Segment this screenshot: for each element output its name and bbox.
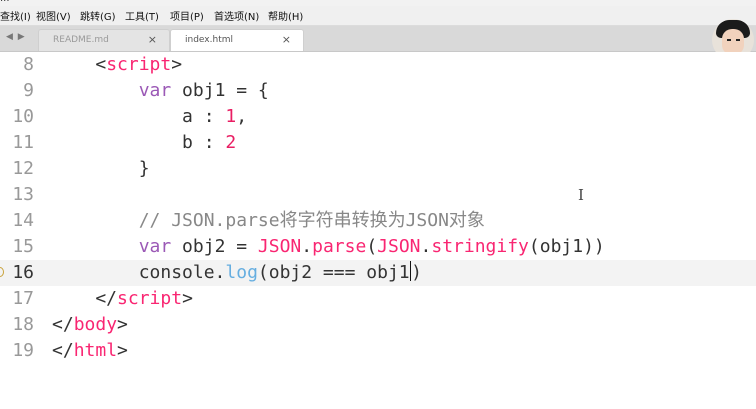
tab-index-label: index.html bbox=[185, 35, 233, 45]
code-text: var obj2 = JSON.parse(JSON.stringify(obj… bbox=[52, 234, 605, 260]
code-token: var bbox=[138, 236, 172, 257]
code-line[interactable]: 18 </body> bbox=[0, 312, 756, 338]
code-token: 2 bbox=[225, 132, 237, 153]
code-token: </ bbox=[52, 340, 74, 361]
code-text: </body> bbox=[52, 312, 128, 338]
code-token: </ bbox=[52, 288, 118, 309]
line-number: 16 bbox=[12, 262, 34, 283]
code-token: obj2 = bbox=[171, 236, 258, 257]
code-text: b : 2 bbox=[52, 130, 236, 156]
line-number: 18 bbox=[12, 314, 34, 335]
menu-project[interactable]: 项目(P) bbox=[170, 8, 204, 23]
code-editor[interactable]: 8 <script> 9 var obj1 = {10 a : 1, 11 b : … bbox=[0, 52, 756, 409]
code-token: </ bbox=[52, 314, 74, 335]
tab-index-html[interactable]: index.html × bbox=[170, 29, 304, 51]
tab-index-close-icon[interactable]: × bbox=[282, 33, 291, 46]
menu-preferences[interactable]: 首选项(N) bbox=[214, 8, 259, 23]
tab-readme[interactable]: README.md × bbox=[38, 29, 170, 51]
code-token: body bbox=[73, 314, 118, 335]
code-line[interactable]: 15 var obj2 = JSON.parse(JSON.stringify(… bbox=[0, 234, 756, 260]
menu-bar: 查找(I) 视图(V) 跳转(G) 工具(T) 项目(P) 首选项(N) 帮助(… bbox=[0, 6, 756, 26]
code-token: > bbox=[182, 288, 193, 309]
line-number: 15 bbox=[12, 236, 34, 257]
code-token: JSON bbox=[257, 236, 302, 257]
tab-readme-label: README.md bbox=[53, 35, 109, 45]
code-token: < bbox=[95, 54, 107, 75]
code-text: var obj1 = { bbox=[52, 78, 269, 104]
code-token: > bbox=[117, 314, 128, 335]
code-token: console. bbox=[52, 262, 226, 283]
line-number: 14 bbox=[12, 210, 34, 231]
code-line[interactable]: 17 </script> bbox=[0, 286, 756, 312]
code-token: b : bbox=[52, 132, 226, 153]
tab-nav-arrows[interactable]: ◀ ▶ bbox=[6, 32, 26, 42]
code-line[interactable]: 14 // JSON.parse将字符串转换为JSON对象 bbox=[0, 208, 756, 234]
code-text: </script> bbox=[52, 286, 193, 312]
code-token: script bbox=[117, 288, 183, 309]
menu-find[interactable]: 查找(I) bbox=[0, 8, 31, 23]
code-token: . bbox=[420, 236, 432, 257]
code-line[interactable]: 19 </html> bbox=[0, 338, 756, 364]
line-number: 11 bbox=[12, 132, 34, 153]
code-token: // JSON.parse将字符串转换为JSON对象 bbox=[138, 210, 485, 231]
code-token: a : bbox=[52, 106, 226, 127]
code-text: a : 1, bbox=[52, 104, 247, 130]
code-token: stringify bbox=[431, 236, 529, 257]
code-line[interactable]: 16 console.log(obj2 === obj1) bbox=[0, 260, 756, 286]
line-number: 13 bbox=[12, 184, 34, 205]
line-number: 17 bbox=[12, 288, 34, 309]
code-token: (obj1)) bbox=[528, 236, 605, 257]
code-token: . bbox=[301, 236, 313, 257]
code-token: script bbox=[106, 54, 172, 75]
code-token: > bbox=[171, 54, 183, 75]
code-line[interactable]: 12 } bbox=[0, 156, 756, 182]
menu-view[interactable]: 视图(V) bbox=[36, 8, 71, 23]
code-token: obj1 = { bbox=[171, 80, 269, 101]
line-number: 10 bbox=[12, 106, 34, 127]
code-token: , bbox=[236, 106, 248, 127]
code-text: </html> bbox=[52, 338, 128, 364]
code-token: > bbox=[117, 340, 128, 361]
line-number: 8 bbox=[23, 54, 34, 75]
tab-readme-close-icon[interactable]: × bbox=[148, 33, 157, 46]
code-token: 1 bbox=[225, 106, 237, 127]
code-token: var bbox=[138, 80, 172, 101]
window-title: ... bbox=[0, 0, 10, 4]
code-text: console.log(obj2 === obj1) bbox=[52, 260, 422, 286]
menu-goto[interactable]: 跳转(G) bbox=[80, 8, 116, 23]
code-line[interactable]: 9 var obj1 = { bbox=[0, 78, 756, 104]
code-line[interactable]: 8 <script> bbox=[0, 52, 756, 78]
code-line[interactable]: 11 b : 2 bbox=[0, 130, 756, 156]
code-token: } bbox=[52, 158, 150, 179]
menu-help[interactable]: 帮助(H) bbox=[268, 8, 303, 23]
code-token: log bbox=[225, 262, 258, 283]
code-token: ( bbox=[366, 236, 378, 257]
code-line[interactable]: 10 a : 1, bbox=[0, 104, 756, 130]
code-text: // JSON.parse将字符串转换为JSON对象 bbox=[52, 208, 485, 234]
code-token: html bbox=[73, 340, 118, 361]
menu-tools[interactable]: 工具(T) bbox=[125, 8, 159, 23]
line-number: 9 bbox=[23, 80, 34, 101]
code-line[interactable]: 13 bbox=[0, 182, 756, 208]
line-number: 12 bbox=[12, 158, 34, 179]
code-token: ) bbox=[411, 262, 422, 283]
text-cursor-ibeam-icon: I bbox=[578, 186, 584, 204]
code-token: parse bbox=[312, 236, 367, 257]
line-number: 19 bbox=[12, 340, 34, 361]
tab-bar: ◀ ▶ README.md × index.html × bbox=[0, 26, 756, 52]
code-token: JSON bbox=[377, 236, 421, 257]
code-token: (obj2 === obj1 bbox=[257, 262, 410, 283]
code-text: <script> bbox=[52, 52, 182, 78]
code-text: } bbox=[52, 156, 150, 182]
